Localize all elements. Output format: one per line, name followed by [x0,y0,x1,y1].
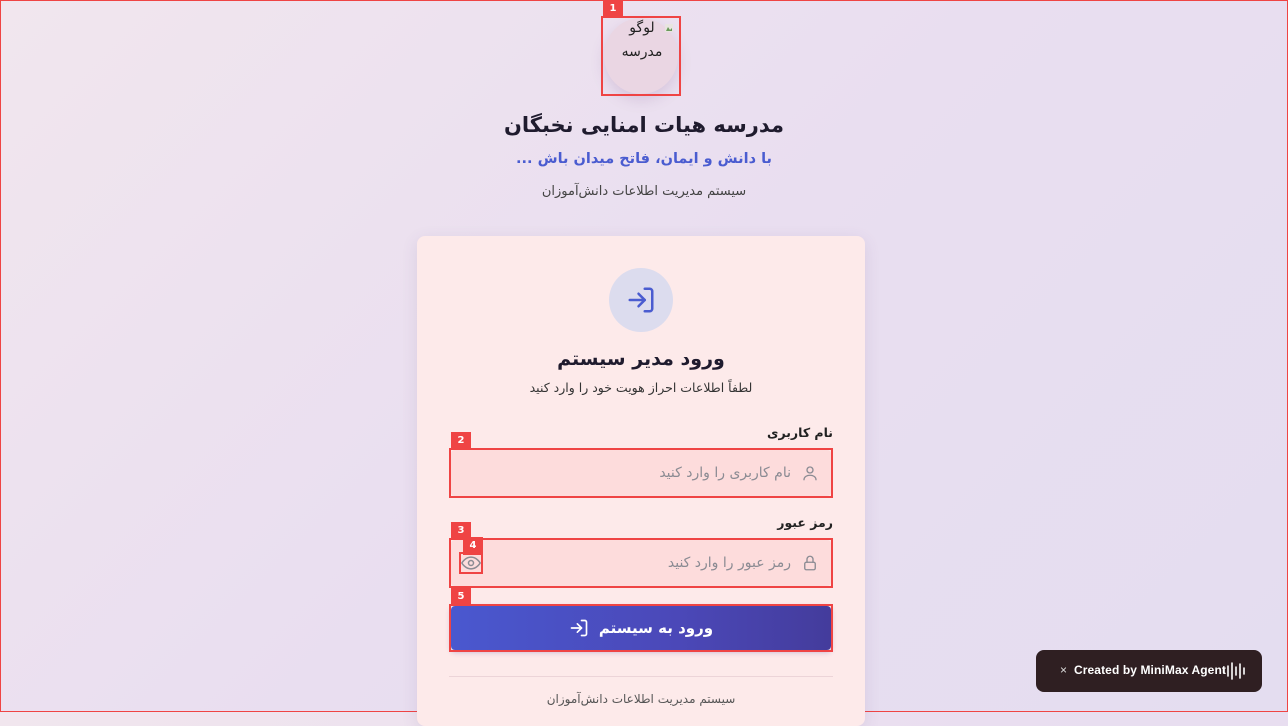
system-name: سیستم مدیریت اطلاعات دانش‌آموزان [541,184,747,199]
toast-close-icon[interactable]: × [1060,663,1067,677]
password-field-container [451,540,831,586]
password-input[interactable] [495,540,791,586]
school-motto: با دانش و ایمان، فاتح میدان باش ... [516,151,772,167]
login-icon-circle [609,268,673,332]
login-title: ورود مدیر سیستم [557,348,725,370]
created-by-toast: × Created by MiniMax Agent [1036,650,1262,692]
card-footer-text: سیستم مدیریت اطلاعات دانش‌آموزان [546,692,736,706]
sign-in-icon [570,619,588,637]
lock-icon [804,555,816,571]
school-name: مدرسه هیات امنایی نخبگان [503,113,785,137]
annotation-badge-4: 4 [463,537,483,555]
user-icon [803,466,817,481]
password-label: رمز عبور [777,515,833,530]
login-subtitle: لطفاً اطلاعات احراز هویت خود را وارد کنی… [529,380,753,395]
username-label: نام کاربری [767,425,833,440]
logo-alt-text: لوگو مدرسه [621,20,663,60]
login-icon [628,287,654,313]
broken-image-icon [665,24,673,32]
card-divider [449,676,833,677]
annotation-badge-1: 1 [603,0,623,18]
annotation-badge-5: 5 [451,588,471,606]
waveform-icon [1223,662,1245,680]
username-field-container [451,450,831,496]
username-input[interactable] [495,450,791,496]
annotation-badge-2: 2 [451,432,471,450]
login-button-label: ورود به سیستم [598,619,714,637]
toast-text: Created by MiniMax Agent [1074,663,1226,677]
login-button[interactable]: ورود به سیستم [451,606,831,650]
eye-icon[interactable] [461,555,481,571]
